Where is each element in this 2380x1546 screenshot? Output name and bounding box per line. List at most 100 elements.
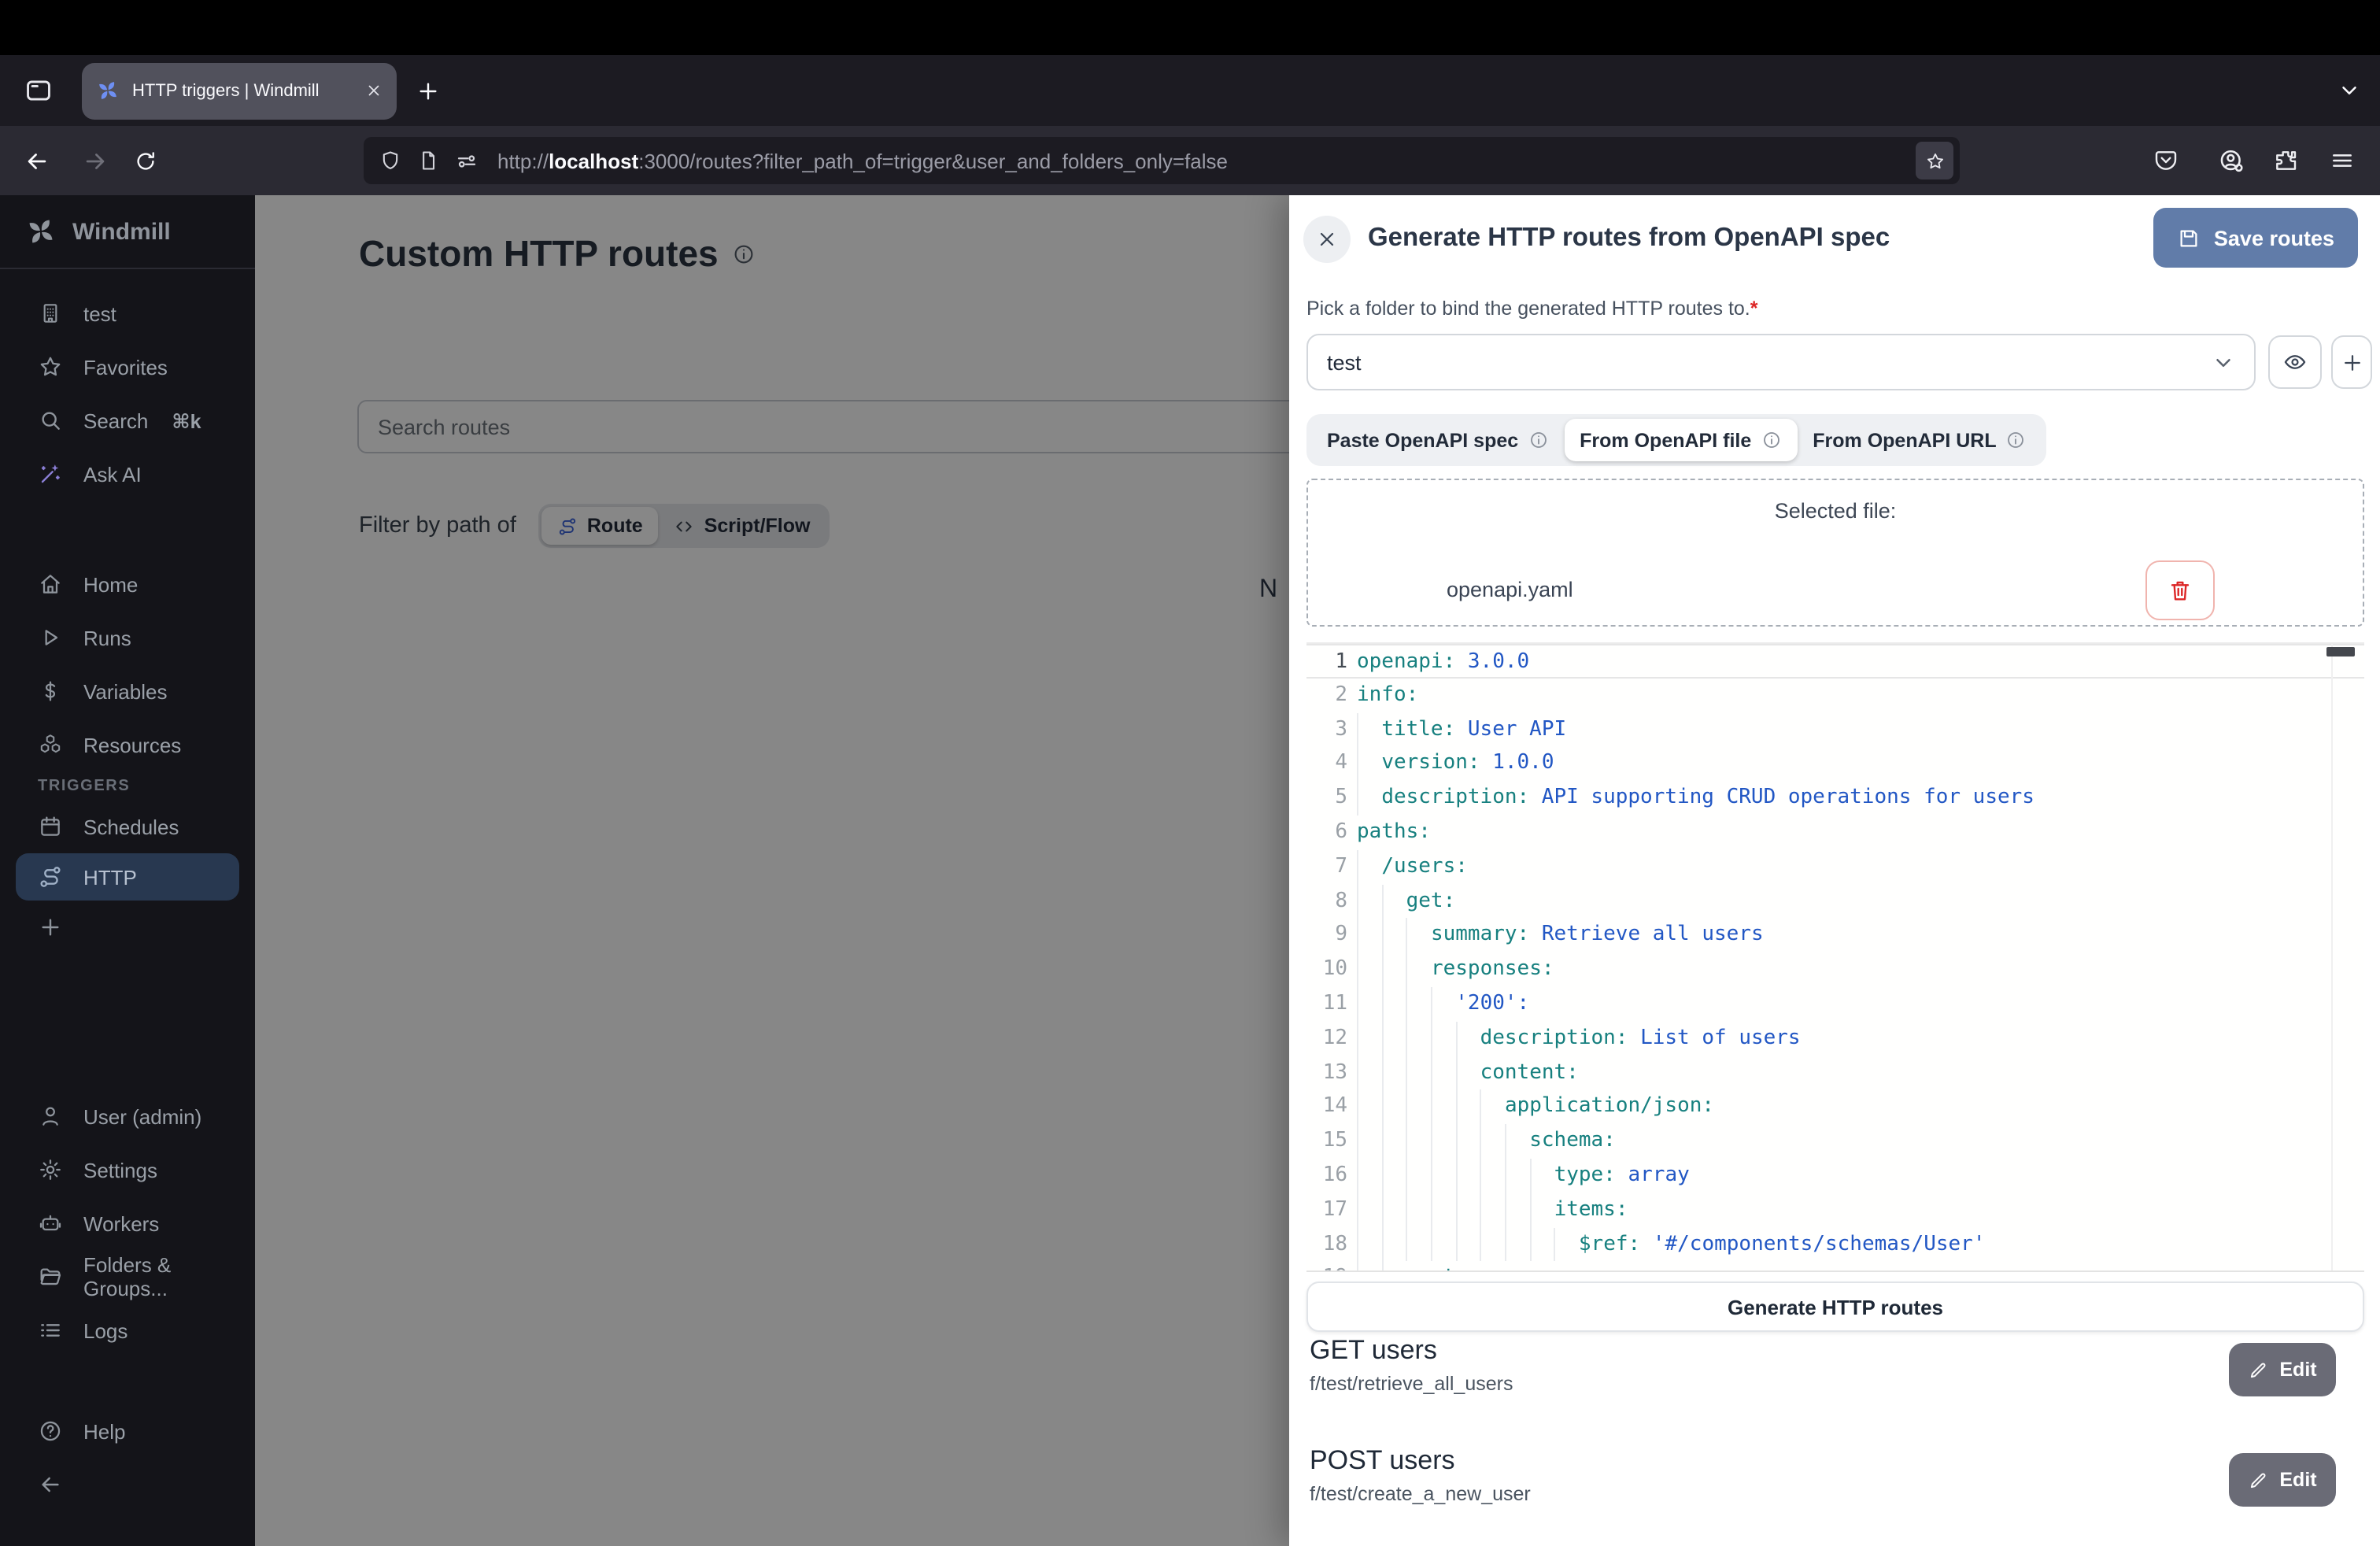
list-all-tabs-button[interactable] bbox=[2338, 55, 2361, 126]
sidebar-item-test[interactable]: test bbox=[0, 287, 255, 340]
firefox-view-button[interactable] bbox=[16, 68, 60, 113]
pocket-button[interactable] bbox=[2147, 142, 2185, 179]
sidebar-item-user-admin[interactable]: User (admin) bbox=[0, 1089, 255, 1143]
sidebar-item-workers[interactable]: Workers bbox=[0, 1196, 255, 1250]
edit-route-button[interactable]: Edit bbox=[2229, 1453, 2336, 1507]
edit-route-button[interactable]: Edit bbox=[2229, 1343, 2336, 1396]
indent-guide bbox=[1431, 1193, 1432, 1228]
code-text: schema: bbox=[1529, 1124, 1616, 1159]
tab-from-openapi-file[interactable]: From OpenAPI file bbox=[1564, 419, 1797, 461]
sidebar-item-http[interactable]: HTTP bbox=[16, 853, 239, 901]
user-icon bbox=[38, 1104, 63, 1129]
code-line-13[interactable]: 13content: bbox=[1306, 1056, 2364, 1090]
sidebar-item-resources[interactable]: Resources bbox=[0, 718, 255, 771]
code-line-1[interactable]: 1openapi: 3.0.0 bbox=[1306, 644, 2364, 679]
extensions-button[interactable] bbox=[2267, 142, 2304, 179]
play-icon bbox=[38, 625, 63, 650]
url-text[interactable]: http://localhost:3000/routes?filter_path… bbox=[497, 149, 1916, 172]
tab-paste-openapi-spec[interactable]: Paste OpenAPI spec bbox=[1311, 419, 1564, 461]
sidebar-item-ask-ai[interactable]: Ask AI bbox=[0, 447, 255, 501]
indent-guide bbox=[1505, 1193, 1506, 1228]
url-bar[interactable]: http://localhost:3000/routes?filter_path… bbox=[364, 137, 1960, 184]
new-tab-button[interactable] bbox=[416, 78, 441, 103]
arrowl-icon bbox=[38, 1472, 63, 1497]
indent-guide bbox=[1357, 1159, 1358, 1193]
browser-toolbar: http://localhost:3000/routes?filter_path… bbox=[0, 126, 2380, 195]
line-number: 6 bbox=[1306, 816, 1347, 850]
code-line-3[interactable]: 3title: User API bbox=[1306, 712, 2364, 747]
code-line-15[interactable]: 15schema: bbox=[1306, 1124, 2364, 1159]
code-line-17[interactable]: 17items: bbox=[1306, 1193, 2364, 1228]
page-info-icon[interactable] bbox=[417, 150, 439, 172]
sidebar-item-home[interactable]: Home bbox=[0, 557, 255, 611]
info-icon[interactable] bbox=[733, 242, 756, 266]
shield-icon[interactable] bbox=[379, 150, 401, 172]
trash-icon bbox=[2168, 578, 2193, 603]
indent-guide bbox=[1381, 1056, 1383, 1090]
pencil-icon bbox=[2248, 1470, 2268, 1490]
code-line-19[interactable]: 19post: bbox=[1306, 1262, 2364, 1272]
code-line-18[interactable]: 18$ref: '#/components/schemas/User' bbox=[1306, 1227, 2364, 1262]
code-line-10[interactable]: 10responses: bbox=[1306, 952, 2364, 987]
back-button[interactable] bbox=[17, 142, 55, 179]
sidebar-item-help[interactable]: Help bbox=[0, 1404, 255, 1458]
indent-guide bbox=[1431, 1124, 1432, 1159]
indent-guide bbox=[1357, 781, 1358, 816]
line-number: 17 bbox=[1306, 1193, 1347, 1228]
indent-guide bbox=[1505, 1227, 1506, 1262]
indent-guide bbox=[1381, 1262, 1383, 1272]
code-line-12[interactable]: 12description: List of users bbox=[1306, 1022, 2364, 1056]
sidebar-item-settings[interactable]: Settings bbox=[0, 1143, 255, 1196]
code-line-6[interactable]: 6paths: bbox=[1306, 816, 2364, 850]
save-routes-button[interactable]: Save routes bbox=[2154, 208, 2358, 268]
filter-option-script-flow[interactable]: Script/Flow bbox=[659, 507, 826, 545]
sidebar-item-folders-groups[interactable]: Folders & Groups... bbox=[0, 1250, 255, 1304]
tab-close-button[interactable] bbox=[365, 82, 382, 99]
code-line-8[interactable]: 8get: bbox=[1306, 884, 2364, 919]
code-line-5[interactable]: 5description: API supporting CRUD operat… bbox=[1306, 781, 2364, 816]
indent-guide bbox=[1480, 1159, 1482, 1193]
close-icon bbox=[1316, 228, 1338, 250]
code-text: type: array bbox=[1554, 1159, 1690, 1193]
add-folder-button[interactable] bbox=[2331, 335, 2372, 389]
remove-file-button[interactable] bbox=[2145, 560, 2215, 620]
brand[interactable]: Windmill bbox=[0, 195, 255, 269]
sidebar-item-search[interactable]: Search⌘k bbox=[0, 394, 255, 447]
code-line-7[interactable]: 7/users: bbox=[1306, 850, 2364, 885]
indent-guide bbox=[1357, 1090, 1358, 1125]
sidebar-item-plus[interactable] bbox=[0, 901, 255, 954]
sidebar-item-label: Favorites bbox=[83, 355, 168, 379]
page-title: Custom HTTP routes bbox=[359, 233, 756, 276]
editor-scrollbar-thumb[interactable] bbox=[2326, 647, 2355, 656]
account-button[interactable] bbox=[2212, 142, 2249, 179]
sidebar-item-logs[interactable]: Logs bbox=[0, 1304, 255, 1357]
filter-option-route[interactable]: Route bbox=[541, 507, 659, 545]
permissions-icon[interactable] bbox=[455, 149, 479, 172]
code-line-14[interactable]: 14application/json: bbox=[1306, 1090, 2364, 1125]
arrow-left-icon bbox=[23, 147, 50, 174]
indent-guide bbox=[1505, 1159, 1506, 1193]
menu-button[interactable] bbox=[2323, 142, 2361, 179]
tab-from-openapi-url[interactable]: From OpenAPI URL bbox=[1797, 419, 2042, 461]
sidebar-item-variables[interactable]: Variables bbox=[0, 664, 255, 718]
sidebar-item-favorites[interactable]: Favorites bbox=[0, 340, 255, 394]
reload-button[interactable] bbox=[126, 142, 164, 179]
drawer-close-button[interactable] bbox=[1303, 216, 1351, 263]
search-input[interactable] bbox=[357, 400, 1311, 453]
code-line-4[interactable]: 4version: 1.0.0 bbox=[1306, 747, 2364, 782]
search-icon bbox=[38, 408, 63, 433]
preview-folder-button[interactable] bbox=[2268, 335, 2322, 389]
code-line-2[interactable]: 2info: bbox=[1306, 679, 2364, 713]
sidebar-item-runs[interactable]: Runs bbox=[0, 611, 255, 664]
folder-select[interactable]: test bbox=[1306, 334, 2256, 390]
code-line-11[interactable]: 11'200': bbox=[1306, 987, 2364, 1022]
openapi-code-editor[interactable]: 1openapi: 3.0.02info:3title: User API4ve… bbox=[1306, 642, 2364, 1272]
code-line-16[interactable]: 16type: array bbox=[1306, 1159, 2364, 1193]
sidebar-item-schedules[interactable]: Schedules bbox=[0, 800, 255, 853]
sidebar-item-arrowl[interactable] bbox=[0, 1458, 255, 1511]
forward-button[interactable] bbox=[76, 142, 113, 179]
browser-tab[interactable]: HTTP triggers | Windmill bbox=[82, 62, 397, 119]
generate-routes-button[interactable]: Generate HTTP routes bbox=[1306, 1282, 2364, 1332]
code-line-9[interactable]: 9summary: Retrieve all users bbox=[1306, 919, 2364, 953]
bookmark-button[interactable] bbox=[1916, 142, 1953, 179]
